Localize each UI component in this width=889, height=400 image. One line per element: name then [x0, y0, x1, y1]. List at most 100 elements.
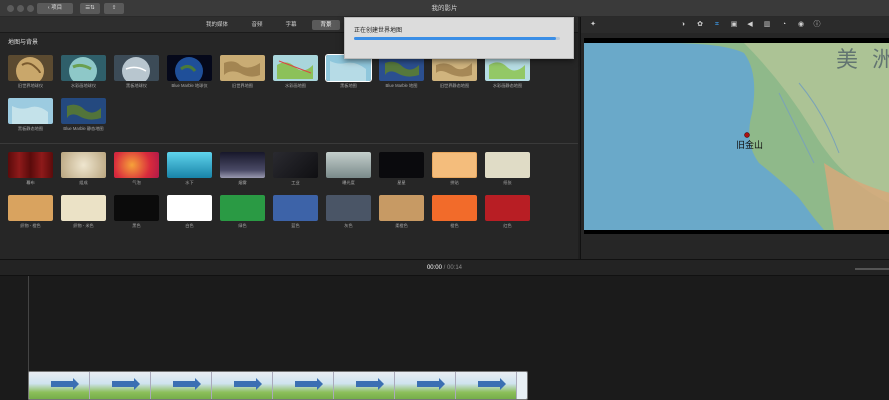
map-tile-chalk-static-map[interactable]: 黑板静态地图	[8, 98, 53, 131]
background-tile-smoke[interactable]: 烟雾	[220, 152, 265, 185]
background-swatch	[167, 195, 212, 221]
background-swatch	[167, 152, 212, 178]
info-icon[interactable]: ⓘ	[813, 21, 821, 29]
volume-icon[interactable]: ◀	[746, 21, 754, 29]
map-chalk-static-icon	[8, 98, 53, 124]
clip-frame	[395, 372, 456, 399]
tile-label: 水下	[185, 180, 194, 185]
section-title: 地图与背景	[8, 40, 39, 46]
timeline-zoom-slider[interactable]	[855, 268, 889, 270]
background-tile-exposure[interactable]: 曝光度	[326, 152, 371, 185]
background-tile-curtain[interactable]: 幕布	[8, 152, 53, 185]
background-swatch	[220, 152, 265, 178]
background-swatch	[326, 195, 371, 221]
tab-titles[interactable]: 字幕	[278, 20, 304, 30]
background-tile-green[interactable]: 绿色	[220, 195, 265, 228]
background-tile-blue[interactable]: 蓝色	[273, 195, 318, 228]
background-tile-white[interactable]: 白色	[167, 195, 212, 228]
viewer-panel: ✦ ◑ ✿ ⌗ ▣ ◀ ▥ ◔ ◉ ⓘ 旧金山 美 洲	[580, 17, 889, 259]
timeline[interactable]	[0, 276, 889, 400]
map-tile-watercolor-globe[interactable]: 水彩画地球仪	[61, 55, 106, 88]
map-tile-chalk-map[interactable]: 黑板地图	[325, 54, 372, 88]
background-tile-industrial[interactable]: 工业	[273, 152, 318, 185]
tile-label: 黑色	[132, 223, 141, 228]
map-watercolor-icon	[273, 55, 318, 81]
background-swatch	[8, 152, 53, 178]
map-tile-old-globe[interactable]: 旧世界地球仪	[8, 55, 53, 88]
background-tile-stars[interactable]: 星星	[379, 152, 424, 185]
background-tile-gray[interactable]: 灰色	[326, 195, 371, 228]
tile-label: 曝光度	[342, 180, 355, 185]
color-palette-icon[interactable]: ✿	[696, 21, 704, 29]
video-preview[interactable]: 旧金山 美 洲	[584, 38, 889, 234]
clip-frame	[212, 372, 273, 399]
map-tile-bluemarble-globe[interactable]: Blue Marble 地球仪	[167, 55, 212, 88]
arrow-icon	[234, 378, 262, 390]
background-swatch	[61, 152, 106, 178]
clip-frame	[29, 372, 90, 399]
background-tile-red[interactable]: 红色	[485, 195, 530, 228]
globe-watercolor-icon	[61, 55, 106, 81]
map-tile-bluemarble-map[interactable]: Blue Marble 地图	[379, 55, 424, 88]
arrow-icon	[478, 378, 506, 390]
map-tile-old-static-map[interactable]: 旧世界静态地图	[432, 55, 477, 88]
tile-label: 织物 - 米色	[73, 223, 94, 228]
timecode-bar: 00:00 / 00:14	[0, 259, 889, 276]
background-tile-collage[interactable]: 拼贴	[432, 152, 477, 185]
background-tile-soft-orange[interactable]: 柔橙色	[379, 195, 424, 228]
total-time: 00:14	[447, 265, 463, 271]
background-tile-black[interactable]: 黑色	[114, 195, 159, 228]
background-tile-fabric-beige[interactable]: 织物 - 米色	[61, 195, 106, 228]
background-swatch	[326, 152, 371, 178]
background-tile-fabric-orange[interactable]: 织物 - 橙色	[8, 195, 53, 228]
clip-frame	[334, 372, 395, 399]
tile-label: 工业	[291, 180, 300, 185]
map-old-icon	[220, 55, 265, 81]
tile-label: 旧世界地图	[232, 83, 253, 88]
city-label: 旧金山	[736, 139, 763, 150]
map-tile-watercolor-static-map[interactable]: 水彩画静态地图	[485, 55, 530, 88]
clip-frame	[151, 372, 212, 399]
title-bar: ‹ 项目 ☰⇅ ⇪ 我的影片	[0, 0, 889, 17]
tab-backgrounds[interactable]: 背景	[312, 20, 340, 30]
background-tile-paper[interactable]: 纸张	[485, 152, 530, 185]
tile-label: 组成	[79, 180, 88, 185]
progress-bar-fill	[354, 37, 556, 40]
tile-label: 织物 - 橙色	[20, 223, 41, 228]
tile-label: 黑板静态地图	[17, 126, 44, 131]
camera-stabilize-icon[interactable]: ▣	[730, 21, 738, 29]
background-tile-underwater[interactable]: 水下	[167, 152, 212, 185]
tab-audio[interactable]: 音频	[244, 20, 270, 30]
background-tile-composition[interactable]: 组成	[61, 152, 106, 185]
noise-reduction-icon[interactable]: ◉	[797, 21, 805, 29]
background-swatch	[273, 152, 318, 178]
tile-label: 烟雾	[238, 180, 247, 185]
background-tile-orange[interactable]: 橙色	[432, 195, 477, 228]
tab-my-media[interactable]: 我的媒体	[196, 20, 238, 30]
map-tile-watercolor-map[interactable]: 水彩画地图	[273, 55, 318, 88]
magic-wand-icon[interactable]: ✦	[589, 21, 597, 29]
tile-label: Blue Marble 静态地图	[63, 126, 104, 131]
background-swatch	[485, 195, 530, 221]
arrow-icon	[51, 378, 79, 390]
map-tile-old-map[interactable]: 旧世界地图	[220, 55, 265, 88]
background-swatch	[114, 152, 159, 178]
background-tile-bubbles[interactable]: 气泡	[114, 152, 159, 185]
tile-label: 水彩画静态地图	[492, 83, 523, 88]
tile-label: 水彩画地球仪	[70, 83, 97, 88]
map-tile-bluemarble-static-map[interactable]: Blue Marble 静态地图	[61, 98, 106, 131]
arrow-icon	[173, 378, 201, 390]
tile-label: 旧世界静态地图	[439, 83, 470, 88]
background-swatch	[8, 195, 53, 221]
video-clip[interactable]	[28, 371, 528, 400]
speed-icon[interactable]: ◔	[780, 21, 788, 29]
crop-icon[interactable]: ⌗	[713, 21, 721, 29]
tile-label: 绿色	[238, 223, 247, 228]
progress-bar	[354, 37, 560, 40]
window-title: 我的影片	[431, 5, 458, 12]
background-swatch	[379, 195, 424, 221]
equalizer-icon[interactable]: ▥	[763, 21, 771, 29]
tile-label: 蓝色	[291, 223, 300, 228]
color-balance-icon[interactable]: ◑	[679, 21, 687, 29]
map-tile-chalk-globe[interactable]: 黑板地球仪	[114, 55, 159, 88]
